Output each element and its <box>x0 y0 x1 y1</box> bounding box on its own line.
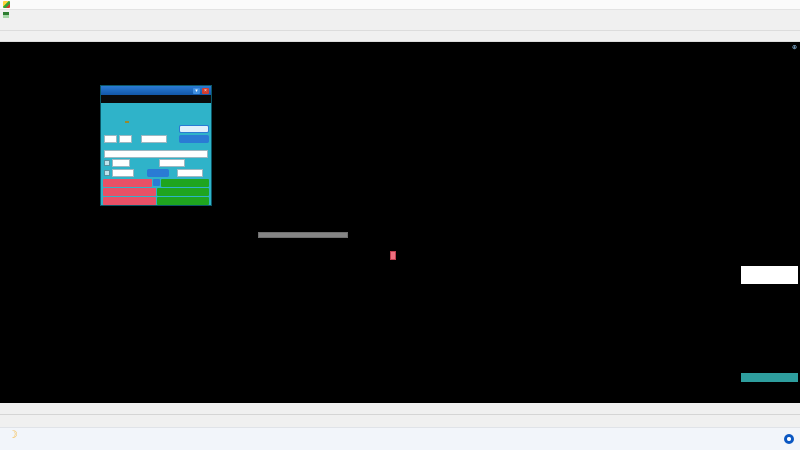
refresh-icon[interactable]: ⊕ <box>792 45 797 51</box>
mt4-app-icon <box>3 1 10 8</box>
trade-assistant-overlay-label: ⊕ <box>790 44 797 51</box>
lot-icon <box>104 160 110 166</box>
lot-calc-button[interactable] <box>179 125 209 133</box>
rtp-field[interactable] <box>104 135 117 143</box>
panel-field-labels <box>101 121 211 134</box>
swap-icon[interactable] <box>153 179 160 186</box>
lines-button[interactable] <box>179 135 209 143</box>
chart-window-icon <box>3 12 9 18</box>
trade-assistant-panel: ▾ × <box>100 85 212 206</box>
buy-limit-button[interactable] <box>157 197 210 205</box>
sell-stop-button[interactable] <box>103 188 156 196</box>
price-button[interactable] <box>147 169 169 177</box>
limit-orders-row <box>101 196 211 205</box>
entry-field[interactable] <box>159 159 185 167</box>
sell-buy-row <box>101 178 211 187</box>
toolbar-standard <box>0 19 800 31</box>
ask-price-box <box>741 266 798 275</box>
window-bottom-strip <box>0 403 800 414</box>
risk-field[interactable] <box>141 135 167 143</box>
taskbar-weather-widget[interactable]: ☽ <box>8 430 22 441</box>
lot-field[interactable] <box>112 159 130 167</box>
bid-price-box <box>741 275 798 284</box>
desktop: ⊕ ▾ × <box>0 0 800 450</box>
panel-fields-row <box>101 134 211 144</box>
rsi-value-box <box>741 373 798 382</box>
notification-badge[interactable] <box>784 434 794 444</box>
buy-stop-button[interactable] <box>157 188 210 196</box>
trade-assistant-titlebar[interactable]: ▾ × <box>101 86 211 95</box>
sell-button[interactable] <box>103 179 152 187</box>
buy-button[interactable] <box>161 179 210 187</box>
panel-info-row <box>101 113 211 121</box>
taskbar: ☽ <box>0 427 800 450</box>
sl-icon <box>104 170 110 176</box>
panel-tabs <box>101 103 211 113</box>
chart-area[interactable]: ⊕ ▾ × <box>0 42 800 403</box>
sl-points-field[interactable] <box>112 169 134 177</box>
stop-orders-row <box>101 187 211 196</box>
panel-minimize-icon[interactable]: ▾ <box>193 88 200 94</box>
window-titlebar <box>0 0 800 10</box>
sl-price-tp-row <box>101 168 211 178</box>
toolbar-line-studies <box>0 31 800 42</box>
panel-close-icon[interactable]: × <box>202 88 209 94</box>
tp-points-field[interactable] <box>177 169 203 177</box>
ma-tooltip <box>258 232 348 238</box>
menu-bar <box>0 10 800 19</box>
open-position-tag <box>390 251 396 260</box>
comment-input[interactable] <box>104 150 208 158</box>
moon-weather-icon: ☽ <box>8 430 18 441</box>
status-bar <box>0 414 800 427</box>
rsl-field[interactable] <box>119 135 132 143</box>
mm-toggle[interactable] <box>125 121 129 123</box>
sell-limit-button[interactable] <box>103 197 156 205</box>
panel-symbol-row <box>101 95 211 103</box>
lot-entry-row <box>101 158 211 168</box>
